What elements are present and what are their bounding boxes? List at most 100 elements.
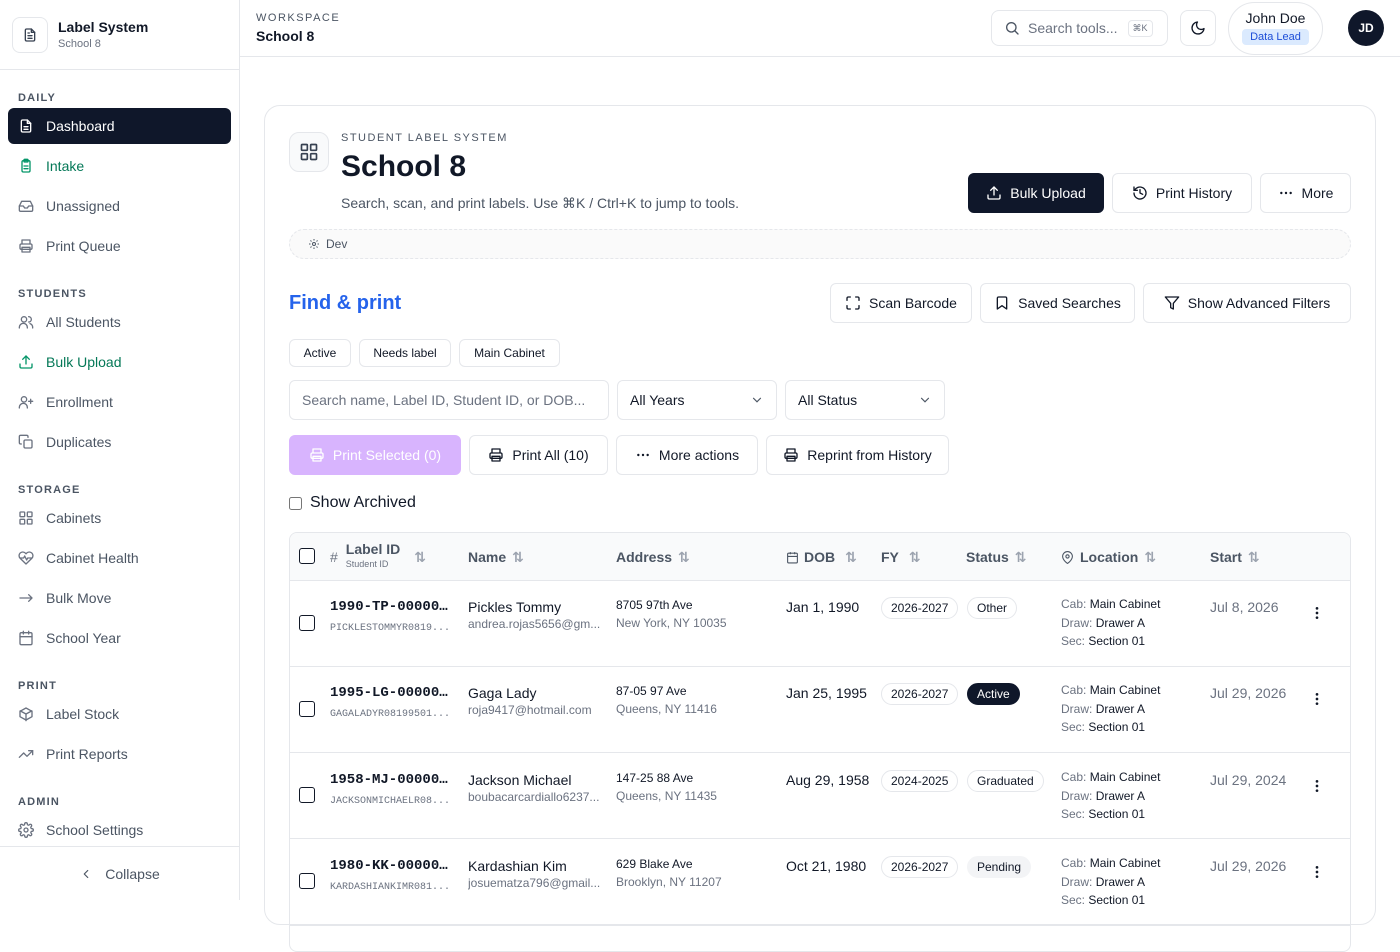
sidebar-item-cabinet-health[interactable]: Cabinet Health [8,540,231,576]
student-name[interactable]: Pickles Tommy [468,599,608,615]
column-location[interactable]: Location ⇅ [1061,533,1156,581]
column-label-id-subtitle: Student ID [345,559,389,569]
sort-icon: ⇅ [908,548,921,565]
sidebar-item-print-reports[interactable]: Print Reports [8,736,231,772]
upload-icon [18,354,34,370]
label-id[interactable]: 1958-MJ-00000... [330,772,452,788]
print-history-button[interactable]: Print History [1112,173,1252,213]
sidebar-item-duplicates[interactable]: Duplicates [8,424,231,460]
filter-chip-needs-label[interactable]: Needs label [359,339,451,367]
column-dob[interactable]: DOB ⇅ [786,533,857,581]
history-icon [1132,185,1156,201]
sidebar-item-bulk-move[interactable]: Bulk Move [8,580,231,616]
status-select[interactable]: All Status [785,380,945,420]
collapse-button[interactable]: Collapse [0,846,239,900]
label-id[interactable]: 1980-KK-00000... [330,858,452,874]
reprint-history-button[interactable]: Reprint from History [766,435,949,475]
filter-chip-main-cabinet[interactable]: Main Cabinet [459,339,560,367]
row-actions-icon[interactable] [1307,776,1327,796]
column-address[interactable]: Address ⇅ [616,533,690,581]
sidebar-item-dashboard[interactable]: Dashboard [8,108,231,144]
column-label-id[interactable]: # Label ID Student ID ⇅ [330,533,426,581]
advanced-filters-button[interactable]: Show Advanced Filters [1143,283,1351,323]
moon-icon [1190,20,1206,36]
bulk-upload-button[interactable]: Bulk Upload [968,173,1104,213]
student-email: boubacarcardiallo6237... [468,790,600,804]
print-all-button[interactable]: Print All (10) [469,435,608,475]
column-fy[interactable]: FY ⇅ [881,533,921,581]
print-selected-label: Print Selected (0) [332,447,442,463]
sidebar-item-bulk-upload[interactable]: Bulk Upload [8,344,231,380]
table-row[interactable]: 1958-MJ-00000... JACKSONMICHAELR08... Ja… [290,753,1350,839]
search-icon [1004,20,1020,36]
filter-chip-active[interactable]: Active [289,339,351,367]
sec-label: Sec: [1061,807,1086,821]
sidebar: Label System School 8 DAILY Dashboard In… [0,0,240,900]
student-email: andrea.rojas5656@gm... [468,617,601,631]
sidebar-item-label: Duplicates [46,434,112,450]
column-status[interactable]: Status ⇅ [966,533,1027,581]
table-row[interactable]: 1990-TP-00000... PICKLESTOMMYR0819... Pi… [290,581,1350,667]
draw-value: Drawer A [1095,788,1146,803]
student-name[interactable]: Gaga Lady [468,685,608,701]
select-all-checkbox[interactable] [299,548,315,564]
sidebar-item-all-students[interactable]: All Students [8,304,231,340]
scan-barcode-button[interactable]: Scan Barcode [830,283,972,323]
column-name-title: Name [468,549,507,565]
draw-label: Draw: [1061,701,1093,716]
print-selected-button[interactable]: Print Selected (0) [289,435,461,475]
row-actions-icon[interactable] [1307,689,1327,709]
row-actions-icon[interactable] [1307,862,1327,882]
sort-icon: ⇅ [512,548,524,565]
saved-searches-button[interactable]: Saved Searches [980,283,1135,323]
sidebar-item-label: School Year [46,630,121,646]
user-plus-icon [18,394,34,410]
address-line1: 8705 97th Ave [616,598,693,612]
show-archived-checkbox[interactable] [289,496,302,510]
years-select[interactable]: All Years [617,380,777,420]
user-menu[interactable]: John Doe Data Lead [1228,2,1323,55]
column-start[interactable]: Start ⇅ [1210,533,1260,581]
student-name[interactable]: Kardashian Kim [468,858,608,874]
table-row[interactable]: 1980-KK-00000... KARDASHIANKIMR081... Ka… [290,840,1350,926]
page-title: School 8 [341,150,467,183]
row-checkbox[interactable] [299,701,315,717]
table-row[interactable]: 1995-LG-00000... GAGALADYR08199501... Ga… [290,667,1350,753]
theme-toggle-button[interactable] [1180,10,1216,46]
student-name[interactable]: Jackson Michael [468,772,608,788]
student-id: PICKLESTOMMYR0819... [330,623,451,634]
column-location-title: Location [1080,549,1139,565]
sidebar-item-cabinets[interactable]: Cabinets [8,500,231,536]
label-id[interactable]: 1990-TP-00000... [330,599,452,615]
more-button[interactable]: More [1260,173,1351,213]
avatar[interactable]: JD [1348,10,1384,46]
dob-value: Oct 21, 1980 [786,858,867,874]
column-name[interactable]: Name ⇅ [468,533,524,581]
print-history-label: Print History [1155,185,1233,201]
search-tools-button[interactable]: Search tools... ⌘K [991,10,1168,46]
sidebar-item-intake[interactable]: Intake [8,148,231,184]
show-archived-toggle[interactable]: Show Archived [289,494,416,512]
row-checkbox[interactable] [299,615,315,631]
student-search-input[interactable] [289,380,609,420]
sidebar-item-school-year[interactable]: School Year [8,620,231,656]
location-info: Cab: Main Cabinet Draw: Drawer A Sec: Se… [1061,854,1201,910]
sidebar-item-unassigned[interactable]: Unassigned [8,188,231,224]
draw-value: Drawer A [1095,615,1146,630]
cab-label: Cab: [1061,856,1087,870]
sidebar-item-print-queue[interactable]: Print Queue [8,228,231,264]
sidebar-item-label-stock[interactable]: Label Stock [8,696,231,732]
sidebar-item-enrollment[interactable]: Enrollment [8,384,231,420]
printer-icon [783,447,807,463]
sidebar-item-school-settings[interactable]: School Settings [8,812,231,846]
search-tools-placeholder: Search tools... [1028,20,1118,36]
upload-icon [986,185,1010,201]
find-print-title: Find & print [289,292,402,314]
more-actions-button[interactable]: More actions [616,435,758,475]
label-id[interactable]: 1995-LG-00000... [330,685,452,701]
row-checkbox[interactable] [299,873,315,889]
more-horizontal-icon [1278,185,1302,201]
row-checkbox[interactable] [299,787,315,803]
nav-section-daily: DAILY [18,92,56,104]
row-actions-icon[interactable] [1307,603,1327,623]
